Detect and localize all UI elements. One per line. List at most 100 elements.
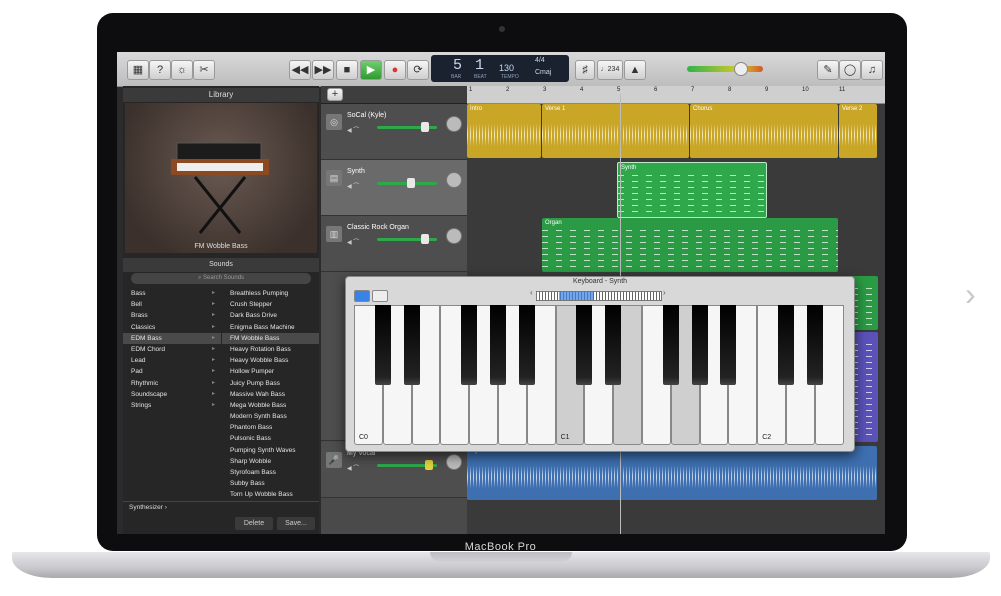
preset-item[interactable]: Pumping Synth Waves xyxy=(222,445,319,456)
lcd-display[interactable]: 5 1 BAR BEAT 130 TEMPO 4/4 Cmaj xyxy=(431,55,569,82)
fast-forward-icon[interactable]: ▶▶ xyxy=(312,60,334,80)
category-item[interactable]: Lead xyxy=(123,355,221,366)
track-header[interactable]: ▥ Classic Rock Organ ◀ ⌒ xyxy=(321,216,467,272)
category-item[interactable]: Strings xyxy=(123,400,221,411)
preset-item[interactable]: Mega Wobble Bass xyxy=(222,400,319,411)
preset-item[interactable]: Enigma Bass Machine xyxy=(222,322,319,333)
category-item[interactable]: Pad xyxy=(123,366,221,377)
delete-button[interactable]: Delete xyxy=(235,517,273,530)
tuner-icon[interactable]: ♯ xyxy=(575,60,595,80)
typing-mode-icon[interactable] xyxy=(372,290,388,302)
black-key[interactable] xyxy=(778,305,794,385)
track-volume-knob[interactable] xyxy=(421,234,429,244)
region-drums[interactable]: Chorus xyxy=(690,104,838,158)
category-item[interactable]: Classics xyxy=(123,322,221,333)
preset-item[interactable]: Styrofoam Bass xyxy=(222,467,319,478)
preset-item[interactable]: Pulsonic Bass xyxy=(222,433,319,444)
region-drums[interactable]: Verse 1 xyxy=(542,104,689,158)
black-key[interactable] xyxy=(518,305,535,385)
keyboard-range-selector[interactable] xyxy=(536,291,662,301)
musical-typing-keyboard-window[interactable]: Keyboard - Synth ‹ › C0 C1 C2 xyxy=(345,276,855,452)
mute-solo-icons[interactable]: ◀ ⌒ xyxy=(347,125,359,134)
notepad-icon[interactable]: ✎ xyxy=(817,60,839,80)
stop-icon[interactable]: ■ xyxy=(336,60,358,80)
category-item[interactable]: Rhythmic xyxy=(123,378,221,389)
category-item[interactable]: Bell xyxy=(123,299,221,310)
scissors-icon[interactable]: ✂ xyxy=(193,60,215,80)
media-browser-icon[interactable]: ♫ xyxy=(861,60,883,80)
play-icon[interactable]: ▶ xyxy=(360,60,382,80)
chevron-right-icon[interactable]: › xyxy=(663,288,666,297)
master-volume-slider[interactable] xyxy=(687,66,763,72)
pan-knob[interactable] xyxy=(446,228,462,244)
black-key[interactable] xyxy=(691,305,708,385)
preset-item[interactable]: Dark Bass Drive xyxy=(222,310,319,321)
preset-item[interactable]: Heavy Wobble Bass xyxy=(222,355,319,366)
waveform xyxy=(467,458,877,496)
rewind-icon[interactable]: ◀◀ xyxy=(289,60,311,80)
ruler-bar-number: 10 xyxy=(802,87,809,93)
category-item[interactable]: Soundscape xyxy=(123,389,221,400)
piano-keys[interactable]: C0 C1 C2 xyxy=(354,305,844,445)
region-drums[interactable]: Intro xyxy=(467,104,541,158)
preset-item[interactable]: Breathless Pumping xyxy=(222,288,319,299)
smart-controls-icon[interactable]: ☼ xyxy=(171,60,193,80)
search-sounds-field[interactable]: ⌕ Search Sounds xyxy=(131,273,311,284)
preset-item[interactable]: Torn Up Wobble Bass xyxy=(222,489,319,500)
region-vocal[interactable]: My Vocal xyxy=(467,446,877,500)
pan-knob[interactable] xyxy=(446,454,462,470)
track-header[interactable]: ▤ Synth ◀ ⌒ xyxy=(321,160,467,216)
metronome-icon[interactable]: ▲ xyxy=(624,60,646,80)
save-button[interactable]: Save... xyxy=(277,517,315,530)
region-synth[interactable]: Synth xyxy=(617,162,767,218)
black-key[interactable] xyxy=(374,305,391,385)
library-icon[interactable]: ▦ xyxy=(127,60,149,80)
cycle-icon[interactable]: ⟳ xyxy=(407,60,429,80)
preset-item[interactable]: Crush Stepper xyxy=(222,299,319,310)
preset-item[interactable]: Phantom Bass xyxy=(222,422,319,433)
track-header[interactable]: ◎ SoCal (Kyle) ◀ ⌒ xyxy=(321,104,467,160)
preset-item[interactable]: Subby Bass xyxy=(222,478,319,489)
add-track-button[interactable]: + xyxy=(327,88,343,101)
preset-item[interactable]: Juicy Pump Bass xyxy=(222,378,319,389)
record-icon[interactable]: ● xyxy=(384,60,406,80)
region-drums[interactable]: Verse 2 xyxy=(839,104,877,158)
category-item[interactable]: Brass xyxy=(123,310,221,321)
black-key[interactable] xyxy=(576,305,593,385)
track-volume-knob[interactable] xyxy=(421,122,429,132)
preset-item[interactable]: Modern Synth Bass xyxy=(222,411,319,422)
category-item[interactable]: Bass xyxy=(123,288,221,299)
preset-item[interactable]: Sharp Wobble xyxy=(222,456,319,467)
mute-solo-icons[interactable]: ◀ ⌒ xyxy=(347,181,359,190)
black-key[interactable] xyxy=(490,305,506,385)
track-volume-knob[interactable] xyxy=(425,460,433,470)
black-key[interactable] xyxy=(461,305,478,385)
mute-solo-icons[interactable]: ◀ ⌒ xyxy=(347,237,359,246)
black-key[interactable] xyxy=(720,305,737,385)
patch-footer[interactable]: Synthesizer › xyxy=(123,501,319,513)
preset-item[interactable]: Massive Wah Bass xyxy=(222,389,319,400)
ruler[interactable]: 1 2 3 4 5 6 7 8 9 10 11 xyxy=(467,86,885,104)
pan-knob[interactable] xyxy=(446,172,462,188)
loop-browser-icon[interactable]: ◯ xyxy=(839,60,861,80)
help-icon[interactable]: ? xyxy=(149,60,171,80)
preset-item[interactable]: Heavy Rotation Bass xyxy=(222,344,319,355)
black-key[interactable] xyxy=(403,305,420,385)
track-volume-knob[interactable] xyxy=(407,178,415,188)
count-in-button[interactable]: ♩234 xyxy=(597,60,623,80)
mute-solo-icons[interactable]: ◀ ⌒ xyxy=(347,463,359,472)
black-key[interactable] xyxy=(806,305,823,385)
keyboard-mode-icon[interactable] xyxy=(354,290,370,302)
region-organ[interactable]: Organ xyxy=(542,218,838,272)
black-key[interactable] xyxy=(605,305,622,385)
preset-item[interactable]: Hollow Pumper xyxy=(222,366,319,377)
category-item[interactable]: EDM Bass xyxy=(123,332,221,344)
master-volume-knob[interactable] xyxy=(734,62,748,76)
pan-knob[interactable] xyxy=(446,116,462,132)
chevron-left-icon[interactable]: ‹ xyxy=(530,288,533,297)
range-highlight[interactable] xyxy=(559,292,593,300)
black-key[interactable] xyxy=(662,305,679,385)
category-item[interactable]: EDM Chord xyxy=(123,344,221,355)
preset-item[interactable]: FM Wobble Bass xyxy=(222,332,319,344)
chevron-right-icon[interactable]: › xyxy=(965,278,976,310)
